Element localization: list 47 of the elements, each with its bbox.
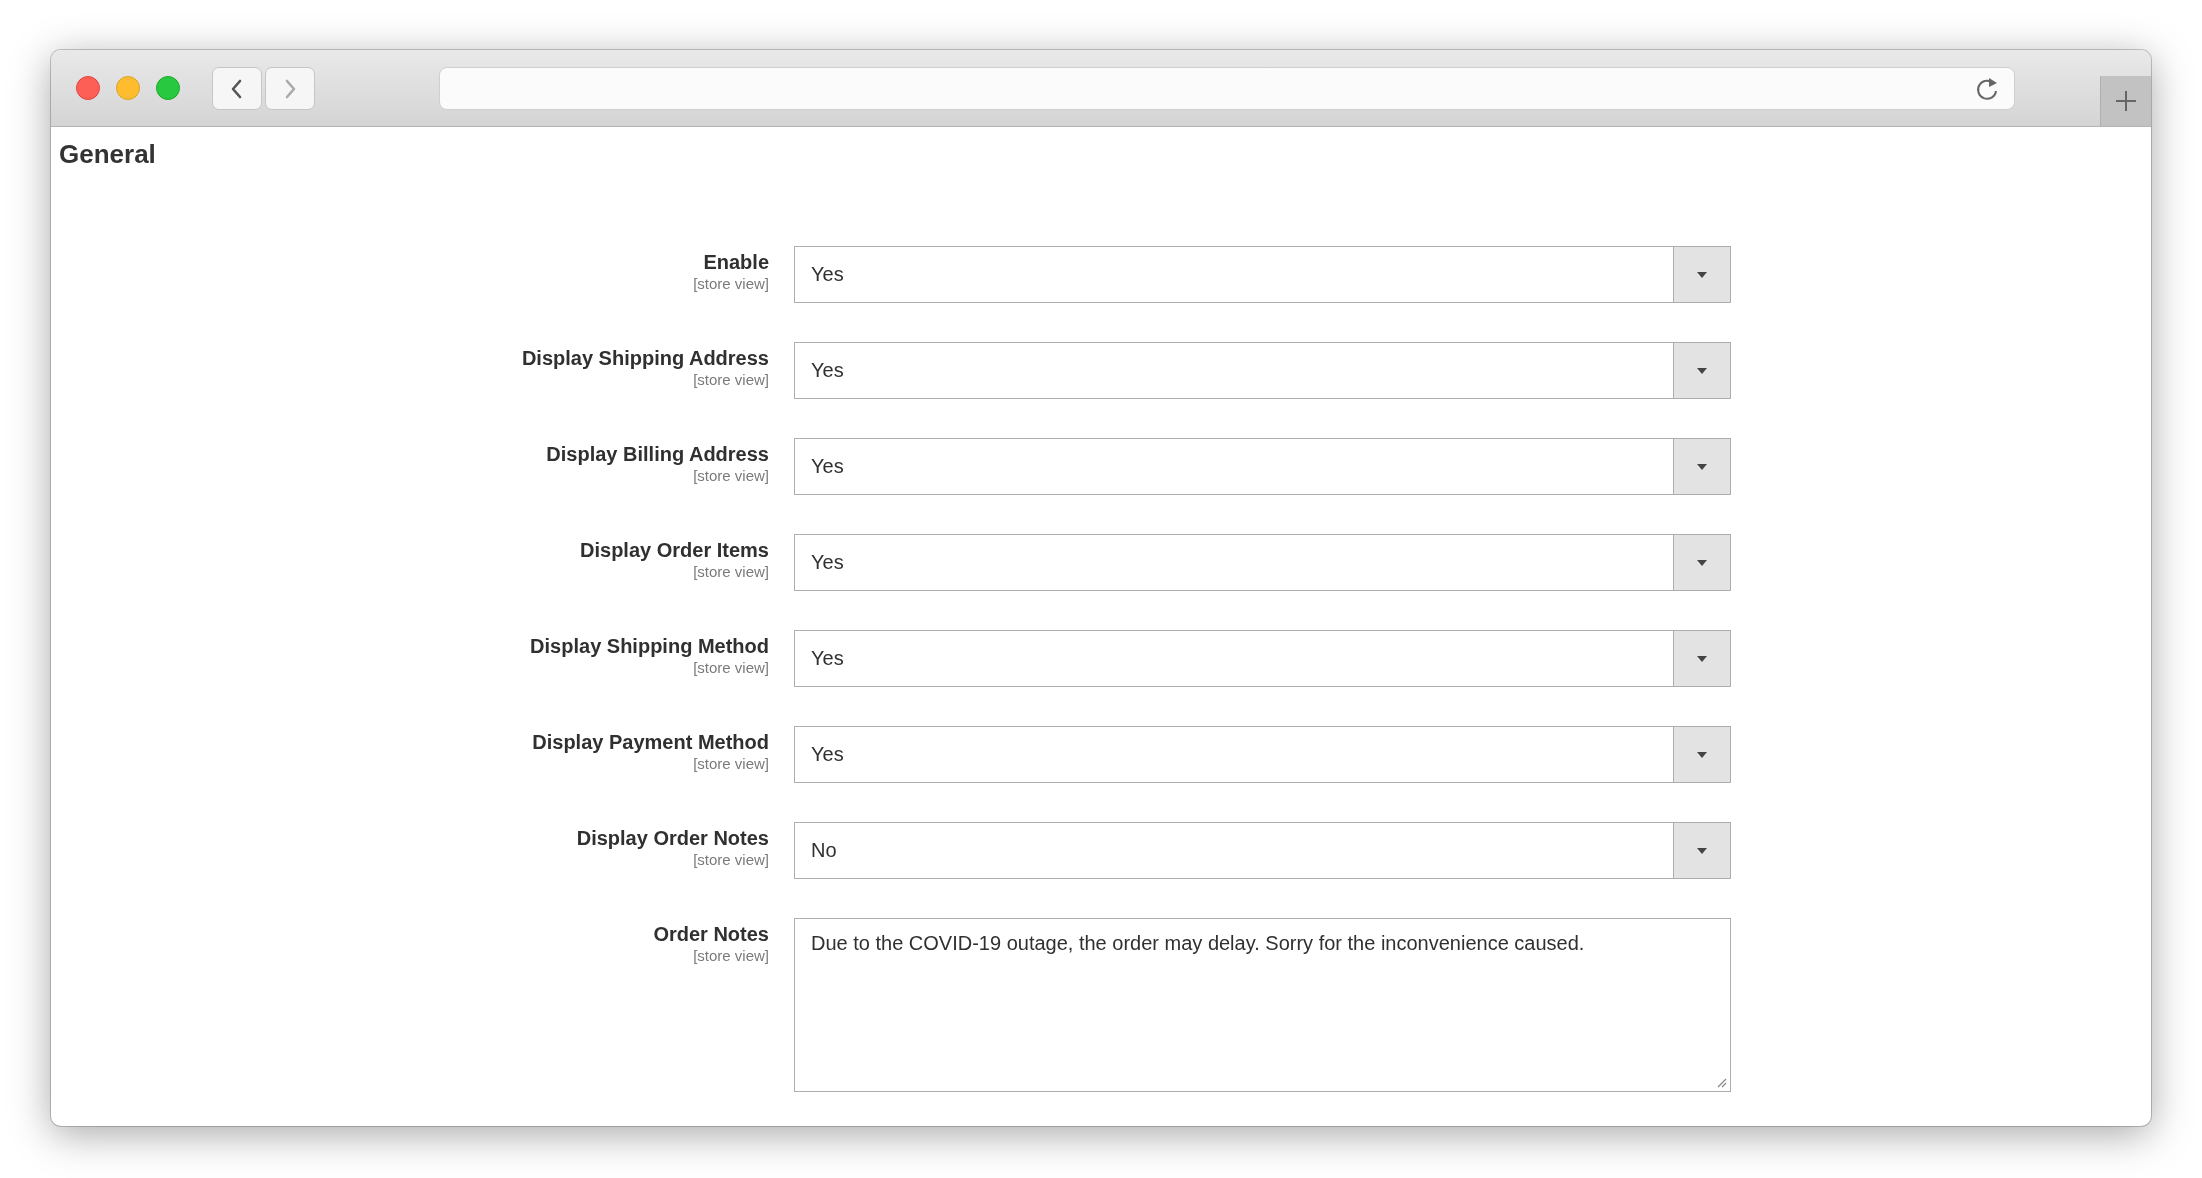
field-label: Display Order Items [579, 538, 769, 563]
field-label: Order Notes [652, 922, 769, 947]
scope-label: [store view] [693, 275, 769, 293]
dropdown-button[interactable] [1673, 823, 1730, 878]
scope-label: [store view] [693, 563, 769, 581]
resize-handle-icon[interactable] [1715, 1076, 1727, 1088]
scope-label: [store view] [693, 371, 769, 389]
dropdown-button[interactable] [1673, 727, 1730, 782]
field-label: Display Billing Address [545, 442, 769, 467]
zoom-button[interactable] [156, 76, 180, 100]
dropdown-button[interactable] [1673, 343, 1730, 398]
text-area[interactable]: Due to the COVID-19 outage, the order may delay. Sorry for the inconvenience caused. [794, 918, 1731, 1092]
dropdown-field[interactable]: Yes [794, 438, 1731, 495]
scope-label: [store view] [693, 659, 769, 677]
dropdown-button[interactable] [1673, 535, 1730, 590]
back-button[interactable] [212, 67, 262, 110]
dropdown-field[interactable]: Yes [794, 726, 1731, 783]
caret-down-icon [1696, 366, 1708, 375]
field-label: Enable [702, 250, 769, 275]
reload-icon[interactable] [1974, 75, 2000, 102]
scope-label: [store view] [693, 467, 769, 485]
field-label: Display Payment Method [531, 730, 769, 755]
dropdown-field[interactable]: Yes [794, 342, 1731, 399]
caret-down-icon [1696, 462, 1708, 471]
dropdown-button[interactable] [1673, 631, 1730, 686]
dropdown-button[interactable] [1673, 247, 1730, 302]
dropdown-button[interactable] [1673, 439, 1730, 494]
field-label: Display Shipping Method [529, 634, 769, 659]
field-label: Display Shipping Address [520, 346, 769, 371]
field-label: Display Order Notes [575, 826, 769, 851]
close-button[interactable] [76, 76, 100, 100]
scope-label: [store view] [693, 851, 769, 869]
scope-label: [store view] [693, 947, 769, 965]
minimize-button[interactable] [116, 76, 140, 100]
plus-icon [2115, 90, 2137, 112]
dropdown-field[interactable]: Yes [794, 246, 1731, 303]
dropdown-field[interactable]: Yes [794, 534, 1731, 591]
caret-down-icon [1696, 654, 1708, 663]
caret-down-icon [1696, 750, 1708, 759]
new-tab-button[interactable] [2100, 76, 2151, 126]
caret-down-icon [1696, 846, 1708, 855]
scope-label: [store view] [693, 755, 769, 773]
caret-down-icon [1696, 270, 1708, 279]
dropdown-field[interactable]: No [794, 822, 1731, 879]
dropdown-field[interactable]: Yes [794, 630, 1731, 687]
section-title: General [59, 138, 157, 171]
caret-down-icon [1696, 558, 1708, 567]
